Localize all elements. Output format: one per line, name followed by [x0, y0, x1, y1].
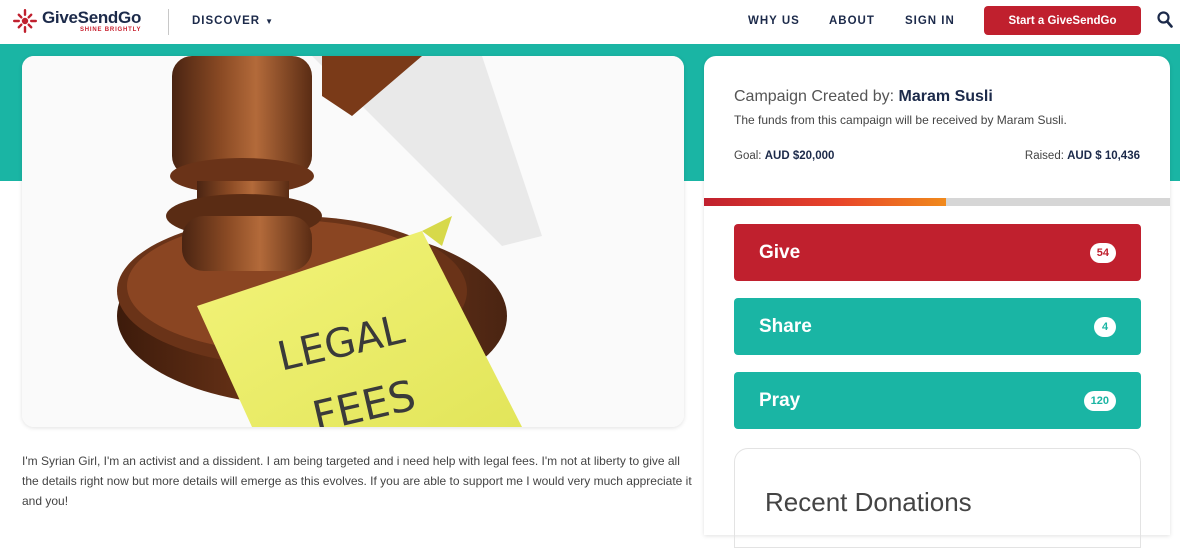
- search-icon[interactable]: [1157, 11, 1173, 29]
- start-campaign-button[interactable]: Start a GiveSendGo: [984, 6, 1141, 35]
- give-button[interactable]: Give 54: [734, 224, 1141, 281]
- campaign-creator: Campaign Created by: Maram Susli: [734, 88, 993, 106]
- recent-donations-title: Recent Donations: [765, 487, 972, 517]
- goal-label: Goal:: [734, 150, 762, 162]
- recent-donations-card: Recent Donations: [734, 448, 1141, 548]
- creator-prefix: Campaign Created by:: [734, 88, 895, 105]
- share-label: Share: [759, 315, 812, 337]
- goal-amount: Goal: AUD $20,000: [734, 150, 834, 162]
- pray-label: Pray: [759, 389, 801, 411]
- givesendgo-logo-icon: [12, 8, 38, 34]
- logo-title: GiveSendGo: [42, 8, 142, 27]
- creator-name: Maram Susli: [898, 88, 993, 105]
- logo-link[interactable]: GiveSendGo SHINE BRIGHTLY: [12, 8, 141, 34]
- progress-fill: [704, 198, 947, 206]
- progress-bar: [704, 198, 1170, 206]
- pray-button[interactable]: Pray 120: [734, 372, 1141, 429]
- pray-count-badge: 120: [1083, 390, 1116, 411]
- give-label: Give: [759, 241, 801, 263]
- raised-label: Raised:: [1024, 150, 1064, 162]
- nav-about[interactable]: ABOUT: [829, 15, 875, 27]
- chevron-down-icon: ▼: [265, 16, 274, 26]
- give-count-badge: 54: [1089, 242, 1116, 263]
- funds-note: The funds from this campaign will be rec…: [734, 113, 1067, 127]
- campaign-description: I'm Syrian Girl, I'm an activist and a d…: [22, 454, 692, 508]
- campaign-image: LEGAL FEES: [22, 56, 684, 427]
- header-divider: [168, 9, 169, 35]
- discover-label: DISCOVER: [192, 15, 261, 27]
- donation-panel: Campaign Created by: Maram Susli The fun…: [704, 56, 1170, 548]
- raised-value: AUD $ 10,436: [1067, 150, 1140, 162]
- goal-value: AUD $20,000: [764, 150, 835, 162]
- nav-sign-in[interactable]: SIGN IN: [905, 15, 955, 27]
- logo-tagline: SHINE BRIGHTLY: [80, 27, 142, 33]
- share-count-badge: 4: [1094, 316, 1116, 337]
- nav-why-us[interactable]: WHY US: [748, 15, 800, 27]
- discover-menu[interactable]: DISCOVER ▼: [192, 15, 274, 27]
- raised-amount: Raised: AUD $ 10,436: [1025, 150, 1140, 162]
- share-button[interactable]: Share 4: [734, 298, 1141, 355]
- top-navbar: GiveSendGo SHINE BRIGHTLY DISCOVER ▼ WHY…: [0, 0, 1180, 44]
